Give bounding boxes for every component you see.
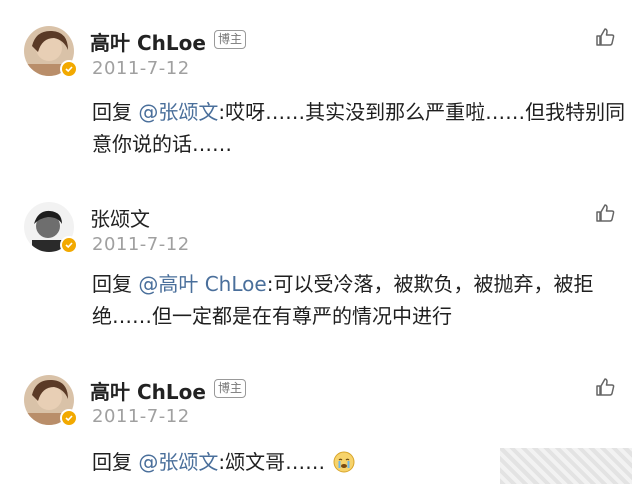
reply-text: 回复 @张颂文:哎呀……其实没到那么严重啦……但我特别同意你说的话…… [92, 96, 632, 160]
avatar[interactable] [24, 375, 78, 427]
thumbs-up-icon[interactable] [594, 26, 616, 48]
comment-date: 2011-7-12 [92, 406, 190, 427]
author-name[interactable]: 高叶 ChLoe [90, 27, 206, 56]
author-badge: 博主 [214, 379, 247, 398]
thumbs-up-icon[interactable] [594, 202, 616, 224]
watermark-blur [500, 448, 632, 484]
comment-date: 2011-7-12 [92, 58, 190, 79]
reply-body: :颂文哥…… [218, 450, 326, 474]
avatar[interactable] [24, 26, 78, 78]
author-name[interactable]: 高叶 ChLoe [90, 376, 206, 405]
mention-link[interactable]: @张颂文 [138, 100, 218, 124]
verified-badge-icon [60, 236, 78, 254]
verified-badge-icon [60, 60, 78, 78]
reply-prefix: 回复 [92, 272, 132, 296]
thumbs-up-icon[interactable] [594, 376, 616, 398]
avatar[interactable] [24, 202, 78, 254]
author-name[interactable]: 张颂文 [90, 203, 150, 232]
mention-link[interactable]: @高叶 ChLoe [138, 272, 266, 296]
mention-link[interactable]: @张颂文 [138, 450, 218, 474]
reply-text: 回复 @高叶 ChLoe:可以受冷落，被欺负，被抛弃，被拒绝……但一定都是在有尊… [92, 268, 612, 332]
crying-face-emoji [333, 450, 355, 473]
verified-badge-icon [60, 409, 78, 427]
reply-prefix: 回复 [92, 450, 132, 474]
author-badge: 博主 [214, 30, 247, 49]
comment-date: 2011-7-12 [92, 234, 190, 255]
reply-prefix: 回复 [92, 100, 132, 124]
